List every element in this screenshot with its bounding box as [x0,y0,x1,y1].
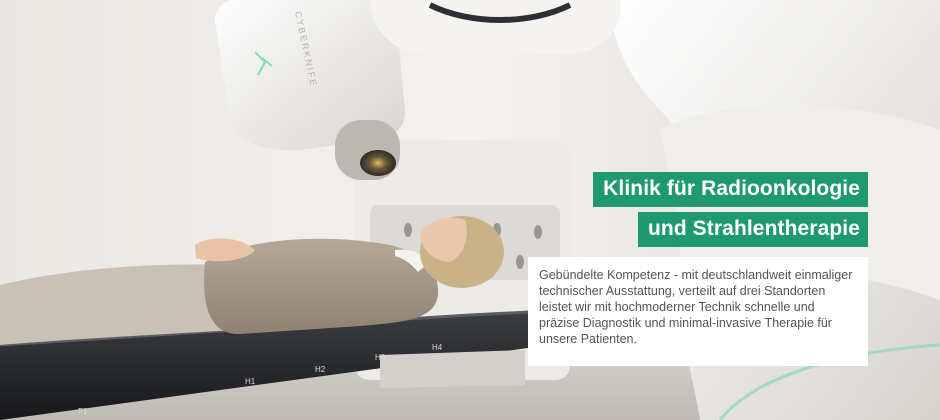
table-label-h4: H4 [432,343,443,352]
table-label-f1: F1 [78,407,88,416]
title-line-1: Klinik für Radioonkologie [593,172,868,207]
description-box: Gebündelte Kompetenz - mit deutschlandwe… [528,257,868,366]
collimator-lens [360,150,396,176]
description-text: Gebündelte Kompetenz - mit deutschlandwe… [539,268,853,346]
hero-banner: CYBERKNIFE F1 H1 H2 H3 H4 Klinik für Rad… [0,0,940,420]
table-label-h3: H3 [375,353,386,362]
title-line-2: und Strahlentherapie [637,212,868,247]
table-base [380,350,525,388]
table-label-h1: H1 [245,377,256,386]
robot-upper-arm [370,0,621,55]
table-label-h2: H2 [315,365,326,374]
